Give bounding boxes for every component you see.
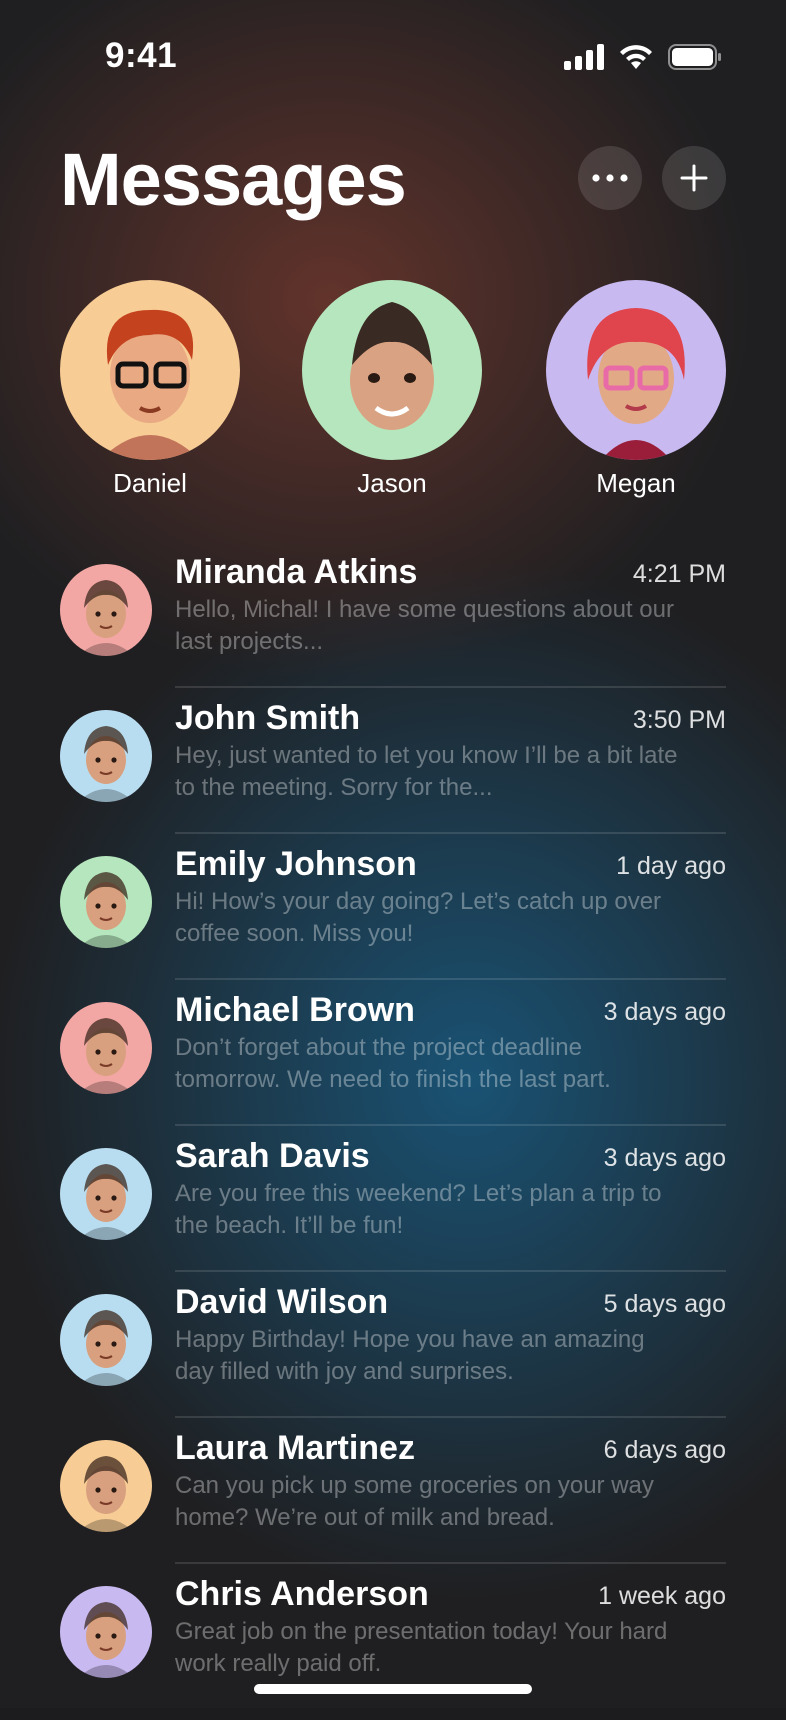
- favorite-name: Jason: [357, 468, 427, 498]
- message-time: 1 week ago: [598, 1582, 726, 1610]
- conversation-row[interactable]: Sarah Davis 3 days ago Are you free this w…: [60, 1136, 726, 1282]
- contact-name: Laura Martinez: [175, 1429, 415, 1467]
- message-preview: Hey, just wanted to let you know I’ll be…: [175, 742, 678, 801]
- new-message-button[interactable]: [662, 146, 726, 210]
- avatar: [60, 564, 152, 656]
- contact-name: Emily Johnson: [175, 845, 417, 883]
- divider: [175, 1270, 726, 1272]
- conversation-row[interactable]: Emily Johnson 1 day ago Hi! How’s your day…: [60, 844, 726, 990]
- avatar: [60, 1294, 152, 1386]
- avatar: [60, 710, 152, 802]
- message-preview: Great job on the presentation today! You…: [175, 1618, 668, 1677]
- contact-name: John Smith: [175, 699, 361, 737]
- divider: [175, 1124, 726, 1126]
- avatar: [60, 1002, 152, 1094]
- more-options-button[interactable]: [578, 146, 642, 210]
- message-preview: Hello, Michal! I have some questions abo…: [175, 596, 674, 655]
- avatar: [60, 1440, 152, 1532]
- favorite-name: Daniel: [113, 468, 187, 498]
- contact-name: David Wilson: [175, 1283, 389, 1321]
- cellular-signal-icon: [564, 44, 604, 70]
- status-time: 9:41: [105, 36, 178, 75]
- contact-name: Michael Brown: [175, 991, 415, 1029]
- message-time: 1 day ago: [616, 852, 726, 880]
- contact-name: Chris Anderson: [175, 1575, 429, 1613]
- avatar: [60, 280, 240, 460]
- wifi-icon: [620, 45, 652, 69]
- message-time: 5 days ago: [603, 1290, 726, 1318]
- status-icons: [564, 44, 722, 70]
- avatar: [302, 280, 482, 460]
- message-preview: Happy Birthday! Hope you have an amazing…: [175, 1326, 645, 1385]
- conversation-row[interactable]: Michael Brown 3 days ago Don’t forget abou…: [60, 990, 726, 1136]
- contact-name: Miranda Atkins: [175, 553, 418, 591]
- message-preview: Are you free this weekend? Let’s plan a …: [175, 1180, 662, 1239]
- plus-icon: [680, 164, 708, 192]
- divider: [175, 832, 726, 834]
- divider: [175, 1562, 726, 1564]
- conversation-row[interactable]: Miranda Atkins 4:21 PM Hello, Michal! I ha…: [60, 552, 726, 698]
- favorite-name: Megan: [596, 468, 676, 498]
- message-preview: Hi! How’s your day going? Let’s catch up…: [175, 888, 662, 947]
- favorite-contact[interactable]: Daniel: [60, 280, 240, 499]
- avatar: [546, 280, 726, 460]
- avatar: [60, 856, 152, 948]
- message-preview: Can you pick up some groceries on your w…: [175, 1472, 654, 1531]
- divider: [175, 1416, 726, 1418]
- favorite-contact[interactable]: Megan: [546, 280, 726, 499]
- page-title: Messages: [60, 138, 407, 221]
- avatar: [60, 1586, 152, 1678]
- home-indicator: [254, 1684, 532, 1694]
- message-time: 3:50 PM: [632, 706, 726, 734]
- message-time: 3 days ago: [603, 1144, 726, 1172]
- message-time: 3 days ago: [603, 998, 726, 1026]
- divider: [175, 978, 726, 980]
- message-time: 4:21 PM: [632, 560, 726, 588]
- message-time: 6 days ago: [603, 1436, 726, 1464]
- avatar: [60, 1148, 152, 1240]
- conversation-row[interactable]: Chris Anderson 1 week ago Great job on the…: [60, 1574, 726, 1720]
- contact-name: Sarah Davis: [175, 1137, 370, 1175]
- battery-icon: [668, 44, 721, 70]
- message-preview: Don’t forget about the project deadline …: [175, 1034, 611, 1093]
- conversation-row[interactable]: John Smith 3:50 PM Hey, just wanted to let…: [60, 698, 726, 844]
- ellipsis-icon: [592, 174, 628, 182]
- favorite-contact[interactable]: Jason: [302, 280, 482, 499]
- conversation-row[interactable]: Laura Martinez 6 days ago Can you pick up …: [60, 1428, 726, 1574]
- conversation-row[interactable]: David Wilson 5 days ago Happy Birthday! Ho…: [60, 1282, 726, 1428]
- divider: [175, 686, 726, 688]
